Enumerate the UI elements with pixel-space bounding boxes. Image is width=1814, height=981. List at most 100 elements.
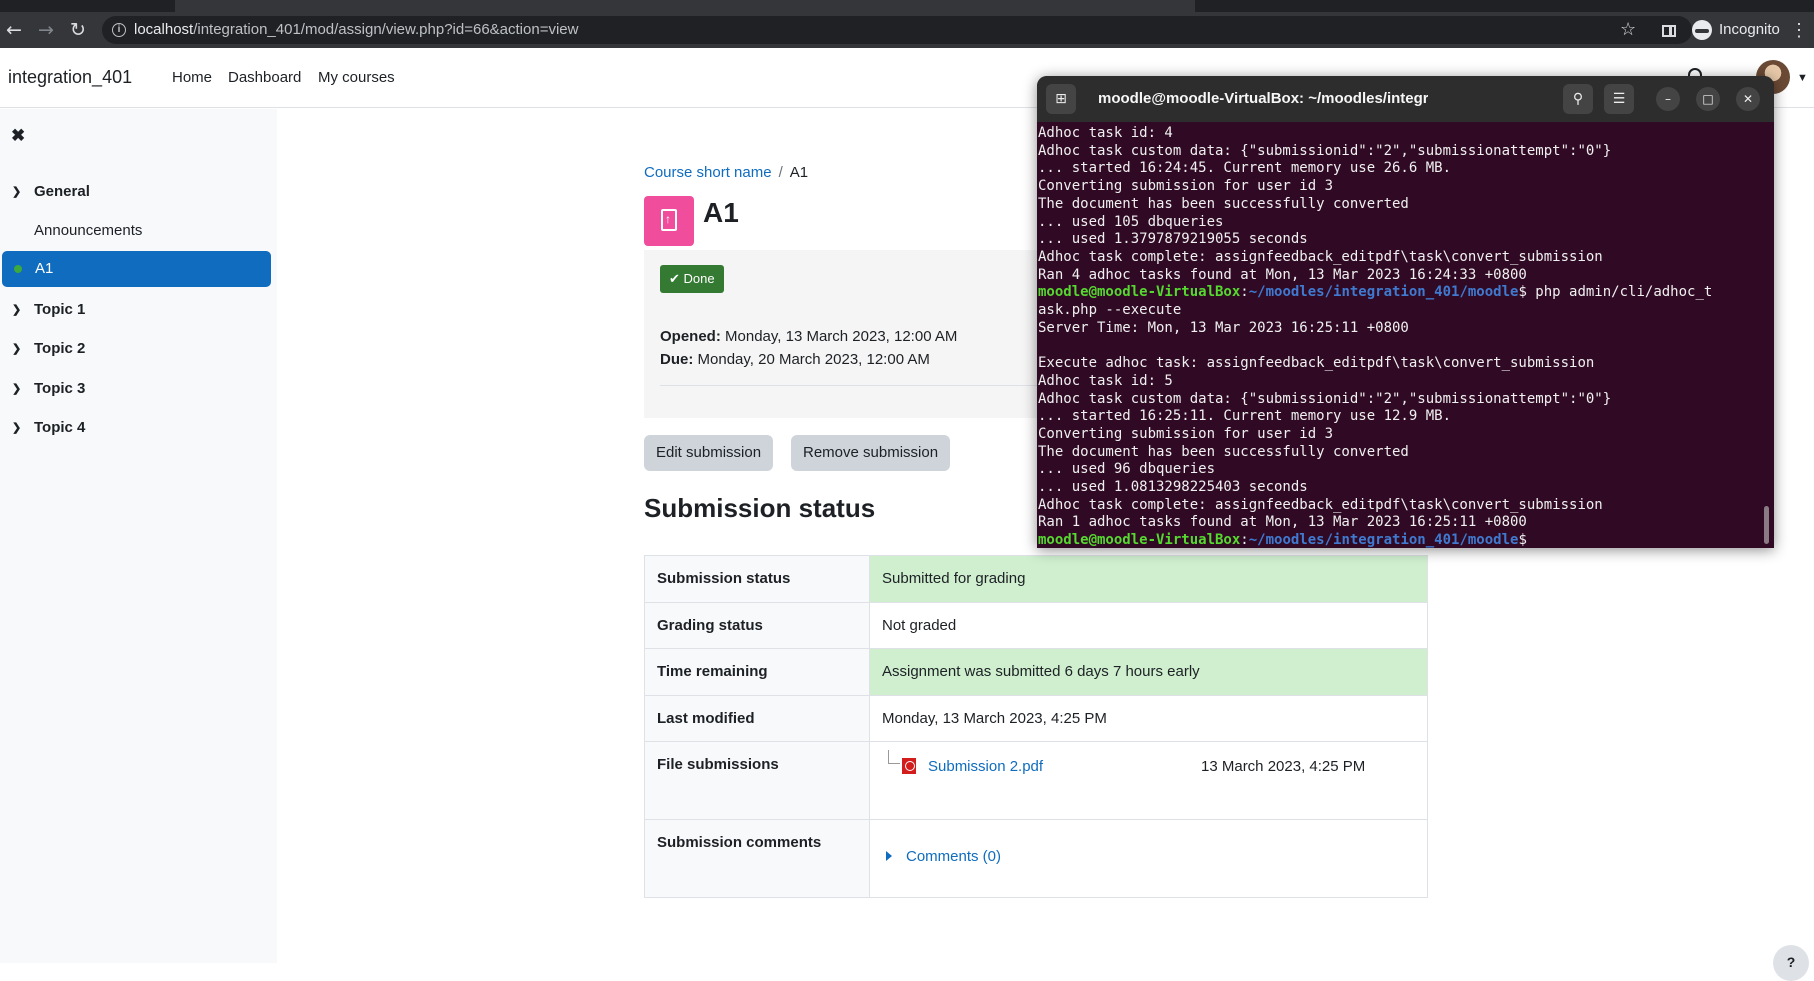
terminal-line: Adhoc task custom data: {"submissionid":… xyxy=(1038,390,1612,407)
terminal-line: ... started 16:24:45. Current memory use… xyxy=(1038,160,1452,177)
hamburger-menu-icon[interactable]: ☰ xyxy=(1604,84,1634,114)
terminal-line: The document has been successfully conve… xyxy=(1038,443,1409,460)
breadcrumb-course-link[interactable]: Course short name xyxy=(644,164,772,181)
nav-dashboard[interactable]: Dashboard xyxy=(228,69,301,86)
comments-link[interactable]: Comments (0) xyxy=(906,848,1001,865)
row-key: File submissions xyxy=(644,741,870,820)
row-value: Monday, 13 March 2023, 4:25 PM xyxy=(869,695,1428,742)
section-topic-1[interactable]: ❯ Topic 1 xyxy=(0,292,277,328)
section-label: Topic 3 xyxy=(34,380,86,397)
terminal-prompt-line: moodle@moodle-VirtualBox:~/moodles/integ… xyxy=(1038,532,1527,548)
assignment-icon xyxy=(644,196,694,246)
address-bar[interactable]: i localhost/integration_401/mod/assign/v… xyxy=(102,16,1692,44)
row-key: Submission comments xyxy=(644,819,870,898)
terminal-final-prompt: $ xyxy=(1518,532,1527,548)
section-topic-4[interactable]: ❯ Topic 4 xyxy=(0,410,277,446)
active-tab[interactable] xyxy=(175,0,1195,12)
activity-label: Announcements xyxy=(34,222,143,239)
site-info-icon[interactable]: i xyxy=(112,23,126,37)
reload-icon[interactable]: ↻ xyxy=(64,16,92,44)
submission-file-date: 13 March 2023, 4:25 PM xyxy=(1201,758,1366,775)
chevron-down-icon[interactable]: ❯ xyxy=(12,331,21,367)
row-value: Submitted for grading xyxy=(869,555,1428,603)
forward-icon[interactable]: → xyxy=(32,16,60,44)
tree-connector xyxy=(888,750,900,764)
side-panel-icon[interactable] xyxy=(1662,25,1676,37)
table-row: Time remaining Assignment was submitted … xyxy=(644,648,1428,696)
nav-home[interactable]: Home xyxy=(172,69,212,86)
terminal-line: Adhoc task custom data: {"submissionid":… xyxy=(1038,142,1612,159)
incognito-indicator[interactable]: Incognito xyxy=(1692,16,1780,44)
terminal-line: Adhoc task id: 4 xyxy=(1038,125,1173,141)
minimize-icon[interactable]: – xyxy=(1656,87,1680,111)
terminal-line: ... used 1.0813298225403 seconds xyxy=(1038,479,1308,496)
row-value: Assignment was submitted 6 days 7 hours … xyxy=(869,648,1428,696)
chevron-down-icon[interactable]: ❯ xyxy=(12,410,21,446)
back-icon[interactable]: ← xyxy=(0,16,28,44)
submission-status-table: Submission status Submitted for grading … xyxy=(644,555,1428,898)
chevron-down-icon[interactable]: ❯ xyxy=(12,371,21,407)
file-submissions-cell: Submission 2.pdf 13 March 2023, 4:25 PM xyxy=(869,741,1428,820)
row-key: Grading status xyxy=(644,602,870,649)
breadcrumb: Course short name / A1 xyxy=(644,164,808,181)
table-row: Submission comments Comments (0) xyxy=(644,819,1428,898)
section-topic-2[interactable]: ❯ Topic 2 xyxy=(0,331,277,367)
terminal-line: ... used 96 dbqueries xyxy=(1038,461,1216,478)
url-path: /integration_401/mod/assign/view.php?id=… xyxy=(193,21,579,38)
search-icon[interactable]: ⚲ xyxy=(1563,84,1593,114)
user-menu-chevron-icon[interactable]: ▼ xyxy=(1797,72,1808,84)
chevron-down-icon[interactable]: ❯ xyxy=(12,174,21,210)
terminal-scrollbar[interactable] xyxy=(1764,506,1769,544)
terminal-line: ... used 105 dbqueries xyxy=(1038,213,1224,230)
terminal-title: moodle@moodle-VirtualBox: ~/moodles/inte… xyxy=(1098,90,1428,107)
terminal-header[interactable]: ⊞ moodle@moodle-VirtualBox: ~/moodles/in… xyxy=(1037,76,1774,122)
row-key: Last modified xyxy=(644,695,870,742)
remove-submission-button[interactable]: Remove submission xyxy=(791,435,951,471)
maximize-icon[interactable]: □ xyxy=(1696,87,1720,111)
breadcrumb-separator: / xyxy=(778,164,783,181)
activity-label: A1 xyxy=(35,260,54,277)
comments-toggle[interactable]: Comments (0) xyxy=(882,848,1415,865)
terminal-command: $ php admin/cli/adhoc_t xyxy=(1518,284,1713,301)
page-title: A1 xyxy=(703,197,739,228)
site-name[interactable]: integration_401 xyxy=(8,67,132,88)
terminal-line: The document has been successfully conve… xyxy=(1038,195,1409,212)
due-date: Due: Monday, 20 March 2023, 12:00 AM xyxy=(660,351,930,368)
prompt-path: ~/moodles/integration_401/moodle xyxy=(1248,532,1519,548)
row-key: Time remaining xyxy=(644,648,870,696)
new-tab-icon[interactable]: ⊞ xyxy=(1046,84,1076,114)
terminal-line: ... used 1.3797879219055 seconds xyxy=(1038,231,1308,248)
table-row: Grading status Not graded xyxy=(644,602,1428,649)
close-icon[interactable]: ✕ xyxy=(1736,87,1760,111)
divider xyxy=(660,385,1091,386)
terminal-window[interactable]: ⊞ moodle@moodle-VirtualBox: ~/moodles/in… xyxy=(1037,76,1774,548)
terminal-line: Ran 1 adhoc tasks found at Mon, 13 Mar 2… xyxy=(1038,514,1527,531)
help-button[interactable]: ? xyxy=(1773,945,1809,981)
section-general[interactable]: ❯ General xyxy=(0,174,277,210)
activity-announcements[interactable]: Announcements xyxy=(0,213,277,249)
chevron-down-icon[interactable]: ❯ xyxy=(12,292,21,328)
prompt-user: moodle@moodle-VirtualBox xyxy=(1038,284,1241,301)
nav-my-courses[interactable]: My courses xyxy=(318,69,395,86)
activity-a1[interactable]: A1 xyxy=(2,251,271,287)
completion-done-badge: ✔ Done xyxy=(660,265,724,293)
section-topic-3[interactable]: ❯ Topic 3 xyxy=(0,371,277,407)
due-label: Due: xyxy=(660,351,694,368)
terminal-output[interactable]: Adhoc task id: 4 Adhoc task custom data: … xyxy=(1038,125,1763,548)
url-host: localhost xyxy=(134,21,194,38)
edit-submission-button[interactable]: Edit submission xyxy=(644,435,774,471)
opened-date: Opened: Monday, 13 March 2023, 12:00 AM xyxy=(660,328,957,345)
tab-strip xyxy=(0,0,1814,12)
bookmark-star-icon[interactable]: ☆ xyxy=(1620,16,1636,44)
terminal-prompt-line: moodle@moodle-VirtualBox:~/moodles/integ… xyxy=(1038,284,1713,301)
browser-menu-icon[interactable]: ⋮ xyxy=(1790,16,1808,44)
submission-file-link[interactable]: Submission 2.pdf xyxy=(928,758,1043,775)
breadcrumb-current: A1 xyxy=(789,164,809,181)
row-value: Not graded xyxy=(869,602,1428,649)
close-drawer-icon[interactable]: ✖ xyxy=(11,126,25,146)
course-index-drawer: ✖ ❯ General Announcements A1 ❯ Topic 1 ❯ To… xyxy=(0,109,277,963)
section-label: Topic 1 xyxy=(34,301,86,318)
incognito-label: Incognito xyxy=(1719,21,1780,38)
terminal-line: Ran 4 adhoc tasks found at Mon, 13 Mar 2… xyxy=(1038,266,1527,283)
